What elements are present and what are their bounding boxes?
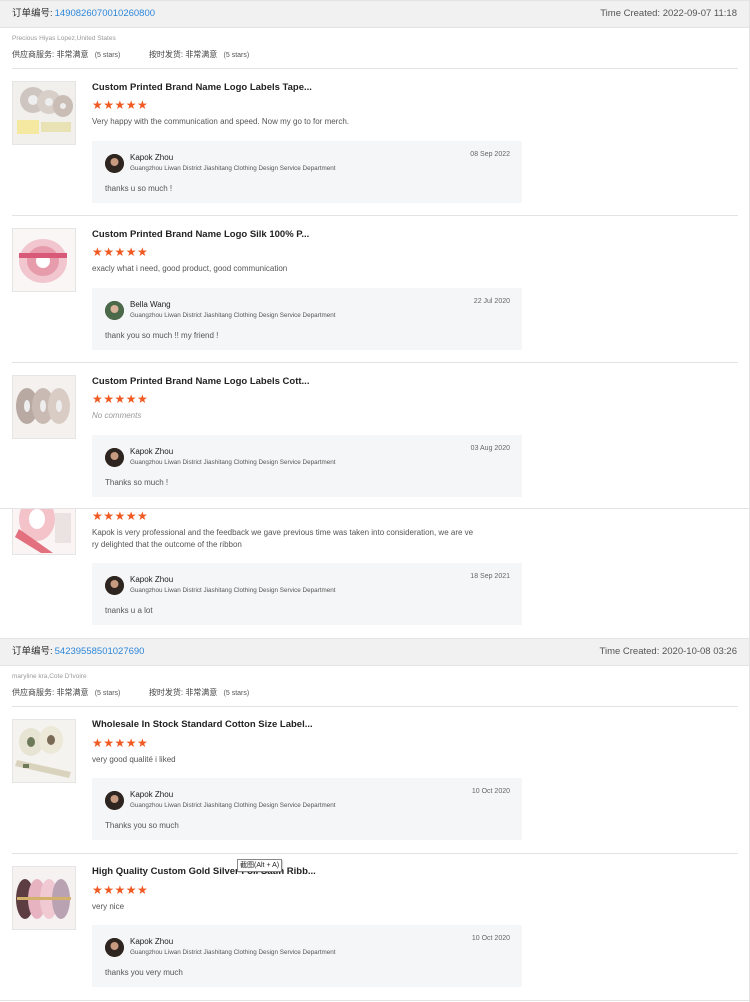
supplier-service-value: 非常满意	[56, 688, 89, 697]
order-ratings: 供应商服务: 非常满意 (5 stars) 按时发货: 非常满意 (5 star…	[12, 49, 249, 60]
order-label: 订单编号:	[12, 8, 53, 19]
time-created: Time Created: 2022-09-07 11:18	[600, 8, 737, 19]
supplier-reply: Kapok Zhou Guangzhou Liwan District Jias…	[92, 925, 522, 987]
reply-date: 22 Jul 2020	[473, 298, 510, 305]
reply-date: 08 Sep 2022	[470, 151, 510, 158]
supplier-reply: Kapok Zhou Guangzhou Liwan District Jias…	[92, 435, 522, 497]
supplier-service-value: 非常满意	[56, 50, 89, 59]
supplier-service-label: 供应商服务:	[12, 50, 55, 59]
reply-author: Kapok Zhou	[130, 575, 174, 584]
order-ratings: 供应商服务: 非常满意 (5 stars) 按时发货: 非常满意 (5 star…	[12, 687, 249, 698]
product-thumbnail[interactable]	[12, 866, 76, 930]
supplier-reply: Kapok Zhou Guangzhou Liwan District Jias…	[92, 778, 522, 840]
rating-stars: ★★★★★	[92, 883, 149, 897]
avatar	[105, 938, 124, 957]
product-title-link[interactable]: Custom Printed Brand Name Logo Labels Ta…	[92, 82, 312, 93]
divider	[0, 1000, 750, 1001]
order-number-link[interactable]: 1490826070010260800	[55, 8, 155, 19]
reply-company: Guangzhou Liwan District Jiashitang Clot…	[130, 949, 336, 956]
reply-company: Guangzhou Liwan District Jiashitang Clot…	[130, 165, 336, 172]
product-title-link[interactable]: Wholesale In Stock Standard Cotton Size …	[92, 719, 313, 730]
reply-company: Guangzhou Liwan District Jiashitang Clot…	[130, 312, 336, 319]
reply-author: Bella Wang	[130, 300, 171, 309]
on-time-stars: (5 stars)	[223, 690, 250, 697]
order-number-link[interactable]: 54239558501027690	[55, 646, 145, 657]
reply-author: Kapok Zhou	[130, 790, 174, 799]
reply-text: Thanks you so much	[105, 821, 179, 830]
divider	[12, 68, 738, 69]
reply-company: Guangzhou Liwan District Jiashitang Clot…	[130, 587, 336, 594]
on-time-label: 按时发货:	[148, 688, 184, 697]
time-created: Time Created: 2020-10-08 03:26	[599, 646, 737, 657]
product-title-link[interactable]: Custom Printed Brand Name Logo Labels Co…	[92, 376, 309, 387]
divider	[12, 706, 738, 707]
ribbon-roll-icon	[13, 509, 75, 554]
reply-date: 10 Oct 2020	[471, 788, 510, 795]
reply-date: 10 Oct 2020	[471, 935, 510, 942]
on-time-label: 按时发货:	[148, 50, 184, 59]
ribbon-roll-icon	[13, 229, 75, 291]
ribbon-roll-icon	[13, 867, 75, 929]
review-comment: No comments	[92, 411, 142, 420]
order-header: 订单编号: 54239558501027690 Time Created: 202…	[0, 638, 749, 666]
review-comment: exacly what i need, good product, good c…	[92, 264, 288, 273]
supplier-service-stars: (5 stars)	[94, 52, 121, 59]
rating-stars: ★★★★★	[92, 392, 149, 406]
rating-stars: ★★★★★	[92, 736, 149, 750]
divider	[12, 362, 738, 363]
product-thumbnail[interactable]	[12, 719, 76, 783]
reply-company: Guangzhou Liwan District Jiashitang Clot…	[130, 802, 336, 809]
reply-date: 18 Sep 2021	[470, 573, 510, 580]
supplier-reply: Kapok Zhou Guangzhou Liwan District Jias…	[92, 563, 522, 625]
review-comment: very good qualité i liked	[92, 755, 176, 764]
review-comment-line: ry delighted that the outcome of the rib…	[92, 540, 242, 549]
on-time-value: 非常满意	[185, 688, 218, 697]
reply-text: thank you so much !! my friend !	[105, 331, 219, 340]
ribbon-roll-icon	[13, 720, 75, 782]
reply-date: 03 Aug 2020	[470, 445, 510, 452]
order-label: 订单编号:	[12, 646, 53, 657]
review-comment: Very happy with the communication and sp…	[92, 117, 350, 126]
review-comment: very nice	[92, 902, 125, 911]
supplier-service-stars: (5 stars)	[94, 690, 121, 697]
reply-company: Guangzhou Liwan District Jiashitang Clot…	[130, 459, 336, 466]
product-title-link[interactable]: Custom Printed Brand Name Logo Silk 100%…	[92, 229, 309, 240]
product-thumbnail[interactable]	[12, 509, 76, 555]
rating-stars: ★★★★★	[92, 509, 149, 523]
reply-text: thanks u so much !	[105, 184, 173, 193]
supplier-reply: Bella Wang Guangzhou Liwan District Jias…	[92, 288, 522, 350]
reply-text: Thanks so much !	[105, 478, 169, 487]
product-thumbnail[interactable]	[12, 228, 76, 292]
avatar	[105, 576, 124, 595]
rating-stars: ★★★★★	[92, 98, 149, 112]
reply-text: thanks you very much	[105, 968, 183, 977]
reply-author: Kapok Zhou	[130, 153, 174, 162]
rating-stars: ★★★★★	[92, 245, 149, 259]
product-thumbnail[interactable]	[12, 375, 76, 439]
supplier-reply: Kapok Zhou Guangzhou Liwan District Jias…	[92, 141, 522, 203]
ribbon-roll-icon	[13, 376, 75, 438]
avatar	[105, 791, 124, 810]
on-time-value: 非常满意	[185, 50, 218, 59]
avatar	[105, 448, 124, 467]
divider	[12, 853, 738, 854]
buyer-info: maryline kra,Cote D'Ivoire	[12, 673, 87, 680]
review-comment: Kapok is very professional and the feedb…	[92, 527, 532, 551]
reply-text: tnanks u a lot	[105, 606, 153, 615]
avatar	[105, 301, 124, 320]
buyer-info: Precious Hiyas Lopez,United States	[12, 35, 116, 42]
screenshot-tooltip: 截图(Alt + A)	[237, 859, 283, 872]
ribbon-roll-icon	[13, 82, 75, 144]
product-thumbnail[interactable]	[12, 81, 76, 145]
order-header: 订单编号: 1490826070010260800 Time Created: 2…	[0, 0, 749, 28]
on-time-stars: (5 stars)	[223, 52, 250, 59]
divider	[12, 215, 738, 216]
reply-author: Kapok Zhou	[130, 447, 174, 456]
product-title-link[interactable]: High Quality Custom Gold Silver Foil Sat…	[92, 866, 316, 877]
supplier-service-label: 供应商服务:	[12, 688, 55, 697]
review-comment-line: Kapok is very professional and the feedb…	[92, 528, 474, 537]
reply-author: Kapok Zhou	[130, 937, 174, 946]
avatar	[105, 154, 124, 173]
